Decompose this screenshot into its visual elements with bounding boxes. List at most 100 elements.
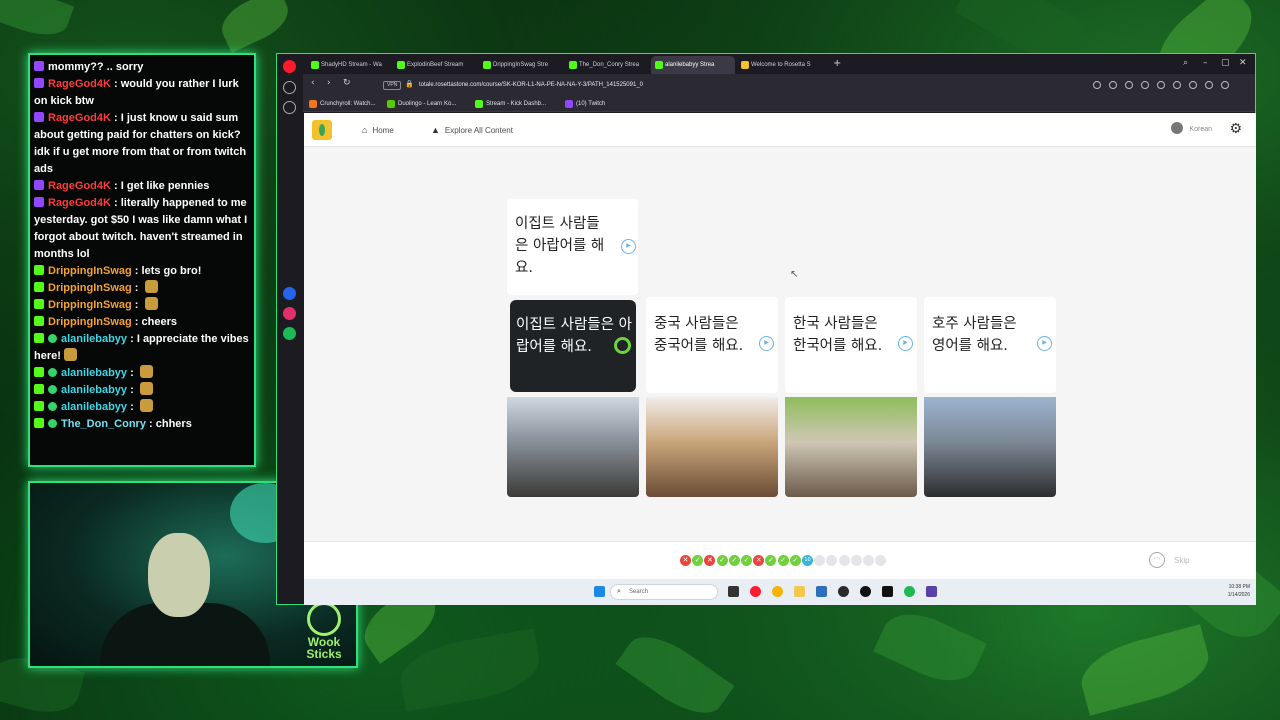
answer-photo[interactable] bbox=[924, 397, 1056, 497]
reload-icon[interactable]: ↻ bbox=[343, 78, 351, 88]
taskbar-search[interactable]: ⌕ Search bbox=[610, 584, 718, 600]
browser-tab[interactable]: ExplodinBeef Stream bbox=[393, 56, 477, 74]
bookmark-item[interactable]: Duolingo - Learn Ko... bbox=[387, 96, 456, 112]
chat-username[interactable]: RageGod4K bbox=[48, 197, 111, 209]
browser-tab[interactable]: alanilebabyy Strea bbox=[651, 56, 735, 74]
search-tabs-icon[interactable]: ⌕ bbox=[1183, 58, 1188, 68]
instagram-icon[interactable] bbox=[283, 307, 296, 320]
home-icon[interactable] bbox=[283, 81, 296, 94]
app-icon-2[interactable] bbox=[860, 586, 871, 597]
progress-dot-correct[interactable]: ✓ bbox=[728, 555, 740, 566]
file-explorer-icon[interactable] bbox=[794, 586, 805, 597]
opera-taskbar-icon[interactable] bbox=[750, 586, 761, 597]
windows-start-icon[interactable] bbox=[594, 586, 605, 597]
answer-photo[interactable] bbox=[646, 397, 778, 497]
browser-tab[interactable]: The_Don_Conry Strea bbox=[565, 56, 649, 74]
chat-username[interactable]: DrippingInSwag bbox=[48, 282, 132, 294]
chat-username[interactable]: DrippingInSwag bbox=[48, 265, 132, 277]
more-options-icon[interactable]: ··· bbox=[1149, 552, 1165, 568]
chat-username[interactable]: alanilebabyy bbox=[61, 367, 127, 379]
forward-icon[interactable]: › bbox=[327, 78, 331, 88]
adblock-icon[interactable] bbox=[1125, 81, 1133, 89]
progress-dot-correct[interactable]: ✓ bbox=[777, 555, 789, 566]
answer-text-box[interactable]: 이집트 사람들은 아랍어를 해요. bbox=[510, 300, 636, 392]
answer-choice-card[interactable]: 중국 사람들은 중국어를 해요. ▶ bbox=[646, 297, 778, 497]
chat-username[interactable]: DrippingInSwag bbox=[48, 316, 132, 328]
chat-username[interactable]: DrippingInSwag bbox=[48, 299, 132, 311]
progress-dot-wrong[interactable]: ✕ bbox=[680, 555, 691, 566]
bookmark-item[interactable]: Stream - Kick Dashb... bbox=[475, 96, 546, 112]
lock-icon[interactable]: 🔒 bbox=[405, 81, 414, 89]
progress-dot-empty[interactable] bbox=[863, 555, 874, 566]
nav-explore[interactable]: ▲ Explore All Content bbox=[431, 113, 513, 148]
extensions-icon[interactable] bbox=[1189, 81, 1197, 89]
bookmark-item[interactable]: Crunchyroll: Watch... bbox=[309, 96, 375, 112]
close-window-icon[interactable]: ✕ bbox=[1239, 58, 1247, 68]
progress-dot-wrong[interactable]: ✕ bbox=[704, 555, 716, 566]
spotify-taskbar-icon[interactable] bbox=[904, 586, 915, 597]
answer-photo[interactable] bbox=[785, 397, 917, 497]
play-audio-icon[interactable]: ▶ bbox=[1037, 336, 1052, 351]
play-audio-icon[interactable]: ▶ bbox=[621, 239, 636, 254]
play-audio-icon[interactable]: ▶ bbox=[898, 336, 913, 351]
profile-icon[interactable] bbox=[1205, 81, 1213, 89]
clock[interactable]: 10:38 PM 1/14/2026 bbox=[1228, 583, 1250, 599]
answer-choice-card[interactable]: 이집트 사람들은 아랍어를 해요. bbox=[507, 297, 639, 497]
bookmark-item[interactable]: (10) Twitch bbox=[565, 96, 605, 112]
progress-dot-empty[interactable] bbox=[850, 555, 862, 566]
progress-dot-empty[interactable] bbox=[875, 555, 887, 566]
chat-username[interactable]: alanilebabyy bbox=[61, 333, 127, 345]
language-menu[interactable]: Korean bbox=[1171, 113, 1212, 147]
progress-dot-correct[interactable]: ✓ bbox=[789, 555, 801, 566]
app-icon-1[interactable] bbox=[838, 586, 849, 597]
chat-username[interactable]: RageGod4K bbox=[48, 112, 111, 124]
app-icon-3[interactable] bbox=[882, 586, 893, 597]
answer-text-box[interactable]: 호주 사람들은 영어를 해요. ▶ bbox=[924, 297, 1056, 393]
browser-tab[interactable]: ShadyHD Stream - Wa bbox=[307, 56, 391, 74]
progress-dot-current[interactable]: 10 bbox=[802, 555, 813, 566]
vpn-badge[interactable]: VPN bbox=[383, 81, 402, 90]
ai-icon[interactable] bbox=[1221, 81, 1229, 89]
progress-dot-empty[interactable] bbox=[838, 555, 850, 566]
browser-tab[interactable]: DrippingInSwag Stre bbox=[479, 56, 563, 74]
camera-icon[interactable] bbox=[1093, 81, 1101, 89]
progress-dot-empty[interactable] bbox=[814, 555, 826, 566]
chat-username[interactable]: alanilebabyy bbox=[61, 384, 127, 396]
spotify-icon[interactable] bbox=[283, 327, 296, 340]
screenshot-icon[interactable] bbox=[1109, 81, 1117, 89]
bookmark-icon[interactable] bbox=[283, 101, 296, 114]
task-view-icon[interactable] bbox=[728, 586, 739, 597]
play-icon[interactable] bbox=[1141, 81, 1149, 89]
answer-text-box[interactable]: 한국 사람들은 한국어를 해요. ▶ bbox=[785, 297, 917, 393]
progress-dot-correct[interactable]: ✓ bbox=[716, 555, 728, 566]
progress-dot-empty[interactable] bbox=[826, 555, 838, 566]
browser-tab[interactable]: Welcome to Rosetta S bbox=[737, 56, 821, 74]
store-icon[interactable] bbox=[816, 586, 827, 597]
chat-username[interactable]: The_Don_Conry bbox=[61, 418, 146, 430]
chrome-icon[interactable] bbox=[772, 586, 783, 597]
nav-home[interactable]: ⌂ Home bbox=[362, 113, 394, 148]
answer-text-box[interactable]: 중국 사람들은 중국어를 해요. ▶ bbox=[646, 297, 778, 393]
url-input[interactable]: VPN 🔒 totale.rosettastone.com/course/SK-… bbox=[383, 77, 1083, 93]
skip-button[interactable]: Skip bbox=[1174, 542, 1190, 580]
chat-username[interactable]: RageGod4K bbox=[48, 180, 111, 192]
opera-icon[interactable] bbox=[283, 60, 296, 73]
progress-dot-correct[interactable]: ✓ bbox=[741, 555, 752, 566]
chat-username[interactable]: RageGod4K bbox=[48, 78, 111, 90]
answer-photo[interactable] bbox=[507, 397, 639, 497]
heart-icon[interactable] bbox=[1157, 81, 1165, 89]
play-audio-icon[interactable]: ▶ bbox=[759, 336, 774, 351]
gear-icon[interactable]: ⚙ bbox=[1229, 121, 1242, 137]
rosetta-logo-icon[interactable] bbox=[312, 120, 332, 140]
chat-username[interactable]: alanilebabyy bbox=[61, 401, 127, 413]
answer-choice-card[interactable]: 한국 사람들은 한국어를 해요. ▶ bbox=[785, 297, 917, 497]
back-icon[interactable]: ‹ bbox=[311, 78, 315, 88]
progress-dot-correct[interactable]: ✓ bbox=[692, 555, 704, 566]
progress-dot-correct[interactable]: ✓ bbox=[765, 555, 777, 566]
minimize-icon[interactable]: – bbox=[1203, 58, 1208, 68]
answer-choice-card[interactable]: 호주 사람들은 영어를 해요. ▶ bbox=[924, 297, 1056, 497]
maximize-icon[interactable]: ▢ bbox=[1221, 58, 1230, 68]
new-tab-button[interactable]: + bbox=[833, 58, 841, 69]
downloads-icon[interactable] bbox=[1173, 81, 1181, 89]
messenger-icon[interactable] bbox=[283, 287, 296, 300]
